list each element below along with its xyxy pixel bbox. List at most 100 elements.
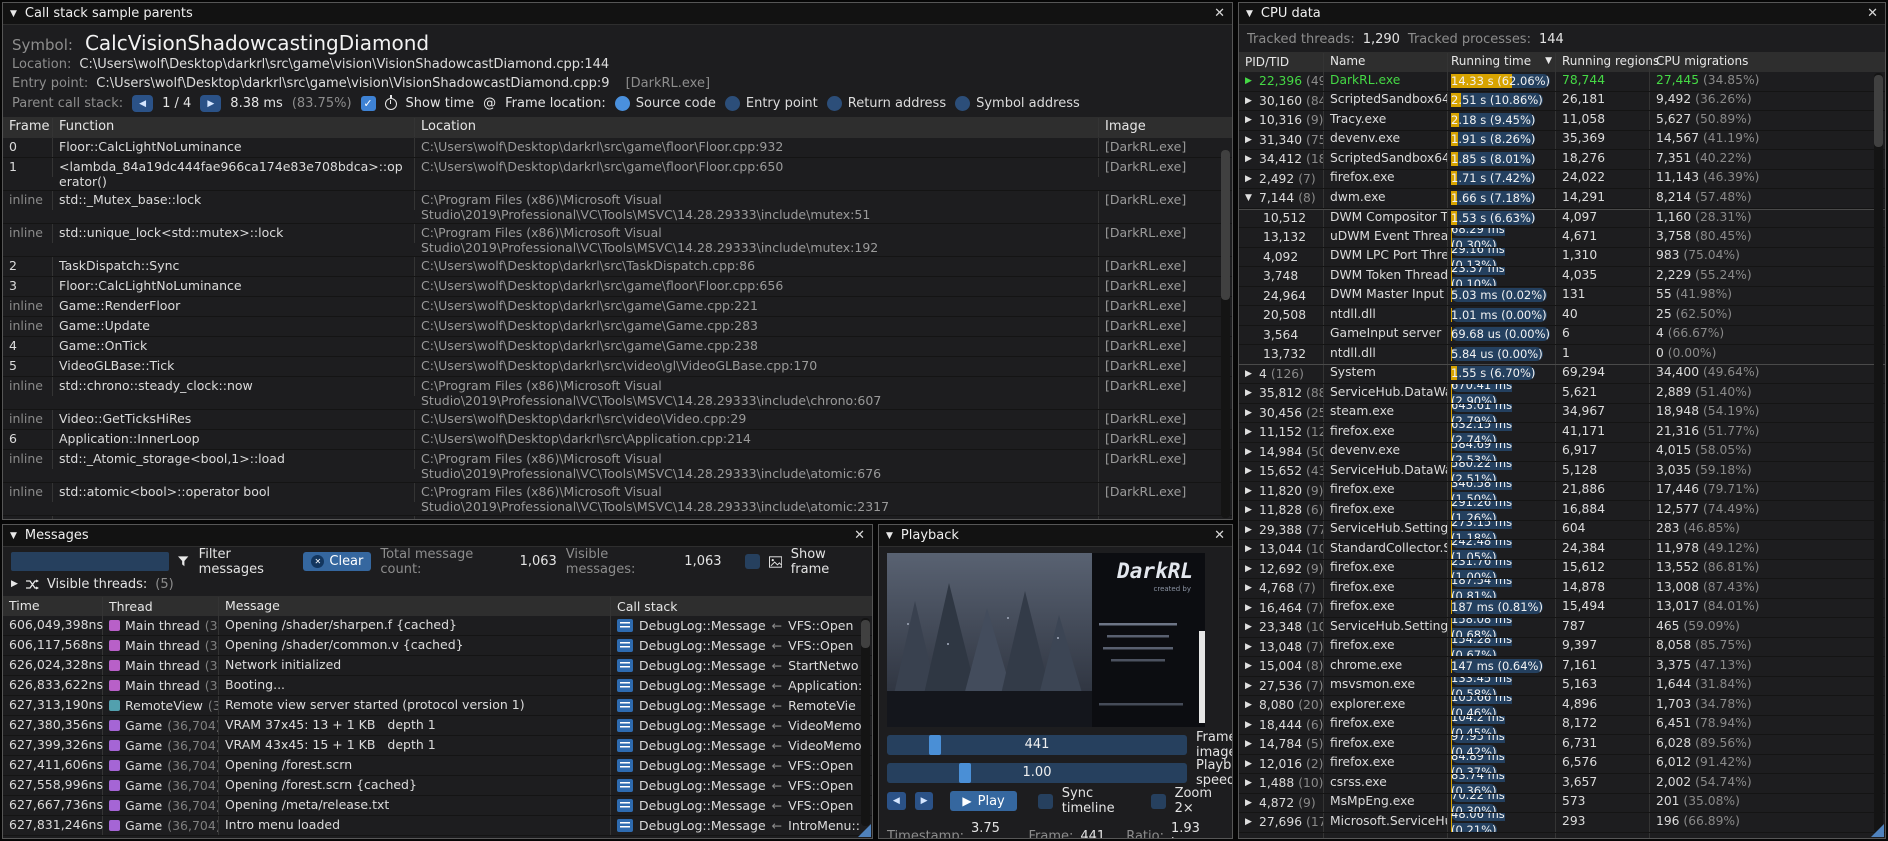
pid-cell[interactable]: ▶ 22,396 (49) [1239,72,1324,91]
cpu-scrollbar-thumb[interactable] [1874,75,1883,147]
message-callstack[interactable]: DebugLog::Message ← VideoMemo [611,716,872,735]
pid-cell[interactable]: ▶ 15,652 (43) [1239,462,1324,481]
show-frame-checkbox[interactable] [745,554,760,569]
cpu-process-row[interactable]: ▶ [1239,833,1885,840]
message-callstack[interactable]: DebugLog::Message ← VFS::Open [611,756,872,775]
zoom-2x-checkbox[interactable] [1151,794,1166,809]
pid-cell[interactable]: ▶ 34,412 (18) [1239,150,1324,169]
show-time-checkbox[interactable]: ✓ [361,96,376,111]
radio-return-address[interactable] [827,96,842,111]
cpu-process-row[interactable]: 10,512 DWM Compositor Thread 1.53 s (6.6… [1239,209,1885,229]
col-message[interactable]: Message [219,597,611,616]
col-name[interactable]: Name [1324,53,1448,72]
radio-symbol-address-label[interactable]: Symbol address [976,96,1080,111]
expand-arrow-icon[interactable]: ▶ [1245,759,1255,769]
close-icon[interactable]: ✕ [1214,7,1225,20]
cpu-process-row[interactable]: ▶ 10,316 (9) Tracy.exe 2.18 s (9.45%) 11… [1239,111,1885,131]
pid-cell[interactable]: ▶ 30,160 (84) [1239,92,1324,111]
pid-cell[interactable]: 24,964 [1239,287,1324,306]
callstack-list-icon[interactable] [617,719,633,732]
callstack-row[interactable]: 7 Application::Run C:\Users\wolf\Desktop… [3,516,1232,520]
pid-cell[interactable]: 20,508 [1239,306,1324,325]
pid-cell[interactable]: ▶ 15,004 (8) [1239,657,1324,676]
message-callstack[interactable]: DebugLog::Message ← StartNetwo [611,656,872,675]
expand-arrow-icon[interactable]: ▶ [1245,174,1255,184]
callstack-row[interactable]: inline std::atomic<bool>::operator bool … [3,483,1232,516]
cpu-process-row[interactable]: ▶ 30,456 (25) steam.exe 643.61 ms (2.79%… [1239,404,1885,424]
collapse-icon[interactable]: ▼ [1246,9,1253,19]
filter-input[interactable] [11,552,169,571]
expand-arrow-icon[interactable]: ▶ [1245,154,1255,164]
pid-cell[interactable]: 4,092 [1239,248,1324,267]
next-stack-button[interactable]: ▶ [200,95,221,112]
message-row[interactable]: 626,833,622ns Main thread (31,596) Booti… [3,676,872,696]
collapse-icon[interactable]: ▼ [10,9,17,19]
message-row[interactable]: 627,313,190ns RemoteView (31,392) Remote… [3,696,872,716]
message-callstack[interactable]: DebugLog::Message ← VideoMemo [611,736,872,755]
callstack-row[interactable]: inline std::_Mutex_base::lock C:\Program… [3,191,1232,224]
cpu-process-row[interactable]: ▶ 11,820 (9) firefox.exe 346.58 ms (1.50… [1239,482,1885,502]
callstack-list-icon[interactable] [617,679,633,692]
message-callstack[interactable]: DebugLog::Message ← VFS::Open [611,636,872,655]
messages-scrollbar[interactable] [861,618,870,826]
expand-arrow-icon[interactable]: ▶ [1245,798,1255,808]
message-row[interactable]: 606,117,568ns Main thread (31,596) Openi… [3,636,872,656]
cpu-process-row[interactable]: ▶ 11,828 (6) firefox.exe 291.26 ms (1.26… [1239,501,1885,521]
expand-arrow-icon[interactable]: ▶ [1245,661,1255,671]
cpu-process-row[interactable]: ▶ 4,768 (7) firefox.exe 187.54 ms (0.81%… [1239,579,1885,599]
message-row[interactable]: 627,667,736ns Game (36,704) Opening /met… [3,796,872,816]
pid-cell[interactable]: ▶ [1239,833,1324,840]
callstack-row[interactable]: inline Game::Update C:\Users\wolf\Deskto… [3,317,1232,337]
cpu-process-row[interactable]: ▶ 15,652 (43) ServiceHub.DataWarehou 580… [1239,462,1885,482]
message-row[interactable]: 626,024,328ns Main thread (31,596) Netwo… [3,656,872,676]
cpu-process-row[interactable]: ▶ 18,444 (6) firefox.exe 104.2 ms (0.45%… [1239,716,1885,736]
radio-symbol-address[interactable] [955,96,970,111]
callstack-row[interactable]: inline std::unique_lock<std::mutex>::loc… [3,224,1232,257]
expand-arrow-icon[interactable]: ▶ [1245,837,1255,839]
cpu-process-row[interactable]: ▶ 4 (126) System 1.55 s (6.70%) 69,294 3… [1239,365,1885,385]
step-back-button[interactable]: ◀ [887,792,906,810]
callstack-row[interactable]: 1 <lambda_84a19dc444fae966ca174e83e708bd… [3,158,1232,191]
callstack-list-icon[interactable] [617,699,633,712]
radio-return-address-label[interactable]: Return address [848,96,946,111]
col-running-regions[interactable]: Running regions [1556,53,1650,72]
collapse-icon[interactable]: ▼ [10,531,17,541]
cpu-process-row[interactable]: ▶ 8,080 (20) explorer.exe 105.66 ms (0.4… [1239,696,1885,716]
cpu-process-row[interactable]: ▶ 2,492 (7) firefox.exe 1.71 s (7.42%) 2… [1239,170,1885,190]
cpu-process-row[interactable]: 3,748 DWM Token Thread 23.37 ms (0.10%) … [1239,267,1885,287]
expand-arrow-icon[interactable]: ▶ [1245,427,1255,437]
pid-cell[interactable]: ▶ 4,872 (9) [1239,794,1324,813]
expand-arrow-icon[interactable]: ▶ [1245,466,1255,476]
expand-arrow-icon[interactable]: ▶ [1245,76,1255,86]
expand-arrow-icon[interactable]: ▶ [1245,525,1255,535]
expand-arrow-icon[interactable]: ▶ [1245,388,1255,398]
pid-cell[interactable]: ▶ 16,464 (7) [1239,599,1324,618]
expand-arrow-icon[interactable]: ▶ [1245,564,1255,574]
cpu-process-row[interactable]: ▶ 13,048 (7) firefox.exe 154.28 ms (0.67… [1239,638,1885,658]
callstack-scrollbar[interactable] [1221,150,1230,518]
cpu-process-row[interactable]: ▶ 12,692 (9) firefox.exe 231.76 ms (1.00… [1239,560,1885,580]
pid-cell[interactable]: ▶ 31,340 (75) [1239,131,1324,150]
callstack-row[interactable]: inline Game::RenderFloor C:\Users\wolf\D… [3,297,1232,317]
close-icon[interactable]: ✕ [854,529,865,542]
cpu-process-row[interactable]: ▶ 34,412 (18) ScriptedSandbox64.exe 1.85… [1239,150,1885,170]
col-cpu-migrations[interactable]: CPU migrations [1650,53,1885,72]
pid-cell[interactable]: ▶ 18,444 (6) [1239,716,1324,735]
cpu-process-row[interactable]: 4,092 DWM LPC Port Thread 29.16 ms (0.13… [1239,248,1885,268]
message-callstack[interactable]: DebugLog::Message ← RemoteVie [611,696,872,715]
pid-cell[interactable]: ▶ 14,984 (50) [1239,443,1324,462]
radio-entry-point-label[interactable]: Entry point [746,96,818,111]
pid-cell[interactable]: ▶ 27,536 (7) [1239,677,1324,696]
cpu-process-row[interactable]: ▶ 16,464 (7) firefox.exe 187 ms (0.81%) … [1239,599,1885,619]
col-thread[interactable]: Thread [103,597,219,616]
expand-arrow-icon[interactable]: ▶ [1245,115,1255,125]
pid-cell[interactable]: 13,732 [1239,345,1324,364]
expand-arrow-icon[interactable]: ▶ [1245,720,1255,730]
pid-cell[interactable]: ▶ 10,316 (9) [1239,111,1324,130]
pid-cell[interactable]: ▶ 4,768 (7) [1239,579,1324,598]
callstack-list-icon[interactable] [617,779,633,792]
pid-cell[interactable]: ▶ 13,048 (7) [1239,638,1324,657]
callstack-list-icon[interactable] [617,759,633,772]
col-image[interactable]: Image [1099,118,1232,137]
expand-arrow-icon[interactable]: ▶ [1245,583,1255,593]
